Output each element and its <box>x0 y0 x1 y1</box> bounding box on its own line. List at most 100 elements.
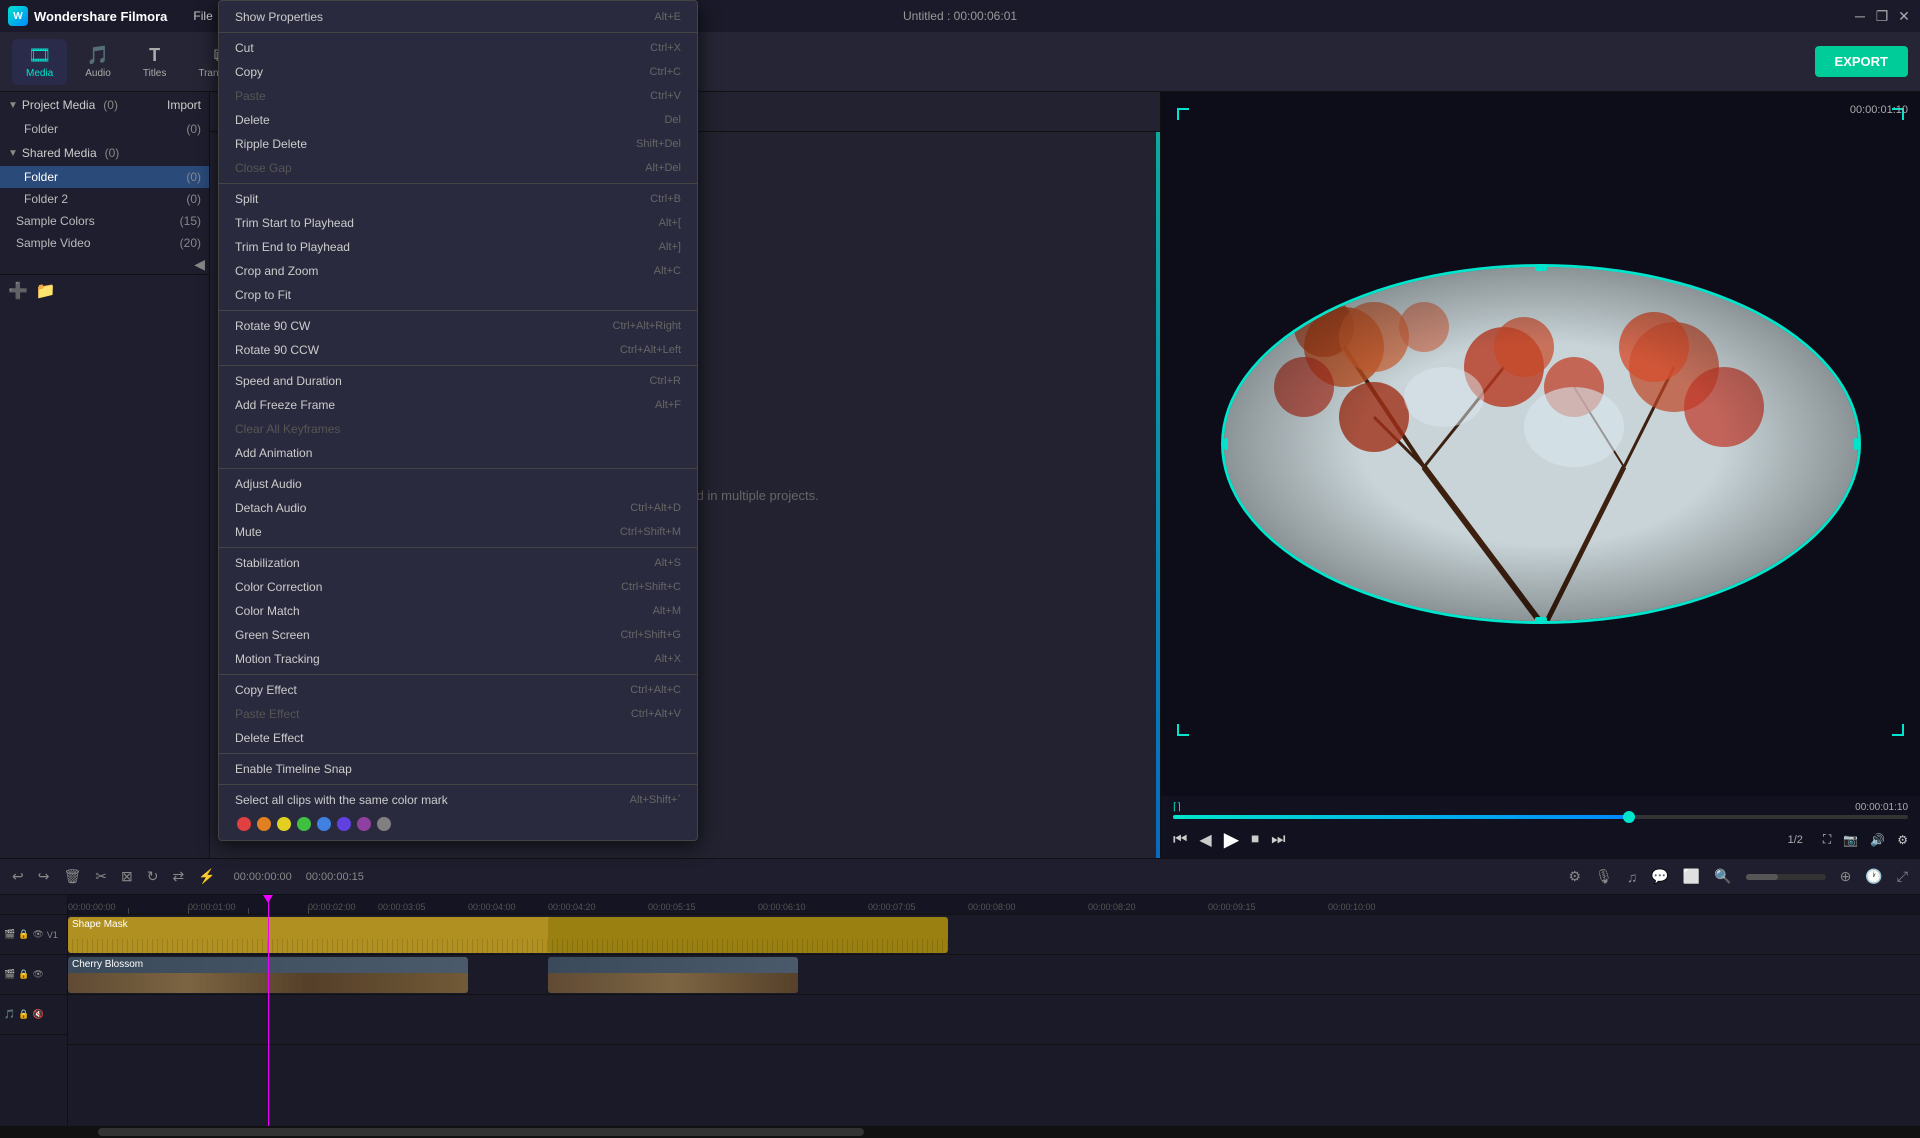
selected-folder-item[interactable]: Folder (0) <box>0 166 209 188</box>
horizontal-scrollbar[interactable] <box>0 1126 1920 1138</box>
v1-lock-icon[interactable]: 🔒 <box>18 929 29 940</box>
sample-video-item[interactable]: Sample Video (20) <box>0 232 209 254</box>
add-folder-icon[interactable]: ➕ <box>8 281 28 301</box>
tl-voiceover-icon[interactable]: 🎙 <box>1591 866 1617 887</box>
cm-split[interactable]: Split Ctrl+B <box>219 187 697 211</box>
cm-crop-zoom[interactable]: Crop and Zoom Alt+C <box>219 259 697 283</box>
cm-mute[interactable]: Mute Ctrl+Shift+M <box>219 520 697 544</box>
cm-ripple-delete[interactable]: Ripple Delete Shift+Del <box>219 132 697 156</box>
cm-select-same-color[interactable]: Select all clips with the same color mar… <box>219 788 697 812</box>
tl-split-icon[interactable]: ✂ <box>91 866 111 887</box>
cm-freeze-frame[interactable]: Add Freeze Frame Alt+F <box>219 393 697 417</box>
cm-motion-tracking[interactable]: Motion Tracking Alt+X <box>219 647 697 671</box>
cm-color-match[interactable]: Color Match Alt+M <box>219 599 697 623</box>
v1-eye-icon[interactable]: 👁 <box>32 929 43 940</box>
tl-music-icon[interactable]: ♫ <box>1623 867 1642 887</box>
cm-delete[interactable]: Delete Del <box>219 108 697 132</box>
tl-expand-icon[interactable]: ⤢ <box>1893 866 1912 887</box>
folder-item[interactable]: Folder (0) <box>0 118 209 140</box>
clip-gold[interactable] <box>548 917 948 953</box>
tl-marker-icon[interactable]: ⬜ <box>1679 866 1704 887</box>
folder2-item[interactable]: Folder 2 (0) <box>0 188 209 210</box>
prev-frame-button[interactable]: ◀ <box>1199 830 1211 850</box>
stop-button[interactable]: ⏹ <box>1251 831 1259 849</box>
crop-handle-tr[interactable] <box>1852 264 1861 273</box>
cm-detach-audio[interactable]: Detach Audio Ctrl+Alt+D <box>219 496 697 520</box>
tl-delete-icon[interactable]: 🗑 <box>59 866 85 887</box>
color-dot-red[interactable] <box>237 817 251 831</box>
forward-button[interactable]: ⏭ <box>1271 831 1285 849</box>
play-button[interactable]: ▶ <box>1224 827 1239 852</box>
cm-green-screen[interactable]: Green Screen Ctrl+Shift+G <box>219 623 697 647</box>
a1-lock-icon[interactable]: 🔒 <box>18 1009 29 1020</box>
crop-handle-top[interactable] <box>1535 264 1547 271</box>
color-dot-green[interactable] <box>297 817 311 831</box>
settings-button[interactable]: ⚙ <box>1897 833 1908 847</box>
volume-button[interactable]: 🔊 <box>1870 833 1885 847</box>
sample-colors-item[interactable]: Sample Colors (15) <box>0 210 209 232</box>
progress-thumb[interactable] <box>1623 811 1635 823</box>
tl-redo-icon[interactable]: ↪ <box>34 866 54 887</box>
tl-zoom-out-icon[interactable]: 🔍 <box>1710 866 1735 887</box>
collapse-panel-icon[interactable]: ◀ <box>194 256 205 273</box>
close-button[interactable]: ✕ <box>1896 8 1912 24</box>
preview-handle-tl[interactable] <box>1177 108 1189 120</box>
maximize-button[interactable]: ❐ <box>1874 8 1890 24</box>
color-dot-blue[interactable] <box>317 817 331 831</box>
preview-handle-bl[interactable] <box>1177 724 1189 736</box>
tl-undo-icon[interactable]: ↩ <box>8 866 28 887</box>
cm-delete-effect[interactable]: Delete Effect <box>219 726 697 750</box>
cm-rotate-ccw[interactable]: Rotate 90 CCW Ctrl+Alt+Left <box>219 338 697 362</box>
color-dot-orange[interactable] <box>257 817 271 831</box>
tl-subtitle-icon[interactable]: 💬 <box>1647 866 1672 887</box>
fullscreen-button[interactable]: ⛶ <box>1823 832 1831 847</box>
cm-copy-effect[interactable]: Copy Effect Ctrl+Alt+C <box>219 678 697 702</box>
cm-speed-duration[interactable]: Speed and Duration Ctrl+R <box>219 369 697 393</box>
quality-selector[interactable]: 1/2 <box>1788 834 1803 846</box>
color-dot-yellow[interactable] <box>277 817 291 831</box>
rewind-button[interactable]: ⏮ <box>1173 831 1187 849</box>
cm-stabilization[interactable]: Stabilization Alt+S <box>219 551 697 575</box>
a1-mute-icon[interactable]: 🔇 <box>32 1009 43 1020</box>
tab-audio[interactable]: 🎵 Audio <box>71 39 125 85</box>
crop-handle-bl[interactable] <box>1221 615 1230 624</box>
playhead[interactable] <box>268 895 269 1126</box>
crop-handle-right[interactable] <box>1854 438 1861 450</box>
crop-handle-br[interactable] <box>1852 615 1861 624</box>
tl-mirror-icon[interactable]: ⇄ <box>168 866 188 887</box>
clip-cherry-blossom-2[interactable] <box>548 957 798 993</box>
cm-trim-end[interactable]: Trim End to Playhead Alt+] <box>219 235 697 259</box>
tl-crop-icon[interactable]: ⊠ <box>117 866 137 887</box>
cm-adjust-audio[interactable]: Adjust Audio <box>219 472 697 496</box>
tab-media[interactable]: 🎞 Media <box>12 39 67 85</box>
v2-lock-icon[interactable]: 🔒 <box>18 969 29 980</box>
export-button[interactable]: EXPORT <box>1815 46 1908 77</box>
color-dot-gray[interactable] <box>377 817 391 831</box>
crop-handle-left[interactable] <box>1221 438 1228 450</box>
crop-handle-tl[interactable] <box>1221 264 1230 273</box>
preview-handle-br[interactable] <box>1892 724 1904 736</box>
project-media-header[interactable]: ▼ Project Media (0) Import <box>0 92 209 118</box>
tl-settings-icon[interactable]: ⚙ <box>1564 866 1585 887</box>
crop-handle-bottom[interactable] <box>1535 617 1547 624</box>
cm-color-correction[interactable]: Color Correction Ctrl+Shift+C <box>219 575 697 599</box>
cm-cut[interactable]: Cut Ctrl+X <box>219 36 697 60</box>
cm-add-animation[interactable]: Add Animation <box>219 441 697 465</box>
cm-trim-start[interactable]: Trim Start to Playhead Alt+[ <box>219 211 697 235</box>
tl-speed-icon[interactable]: ⚡ <box>194 866 219 887</box>
cm-show-properties[interactable]: Show Properties Alt+E <box>219 5 697 29</box>
v2-eye-icon[interactable]: 👁 <box>32 969 43 980</box>
scrollbar-thumb[interactable] <box>98 1128 864 1136</box>
shared-media-header[interactable]: ▼ Shared Media (0) <box>0 140 209 166</box>
tl-rotate-icon[interactable]: ↻ <box>143 866 163 887</box>
cm-copy[interactable]: Copy Ctrl+C <box>219 60 697 84</box>
snapshot-button[interactable]: 📷 <box>1843 833 1858 847</box>
tab-titles[interactable]: T Titles <box>129 39 181 85</box>
cm-rotate-cw[interactable]: Rotate 90 CW Ctrl+Alt+Right <box>219 314 697 338</box>
menu-file[interactable]: File <box>183 5 222 27</box>
progress-bar[interactable] <box>1173 815 1908 819</box>
tl-clock-icon[interactable]: 🕐 <box>1861 866 1886 887</box>
minimize-button[interactable]: ─ <box>1852 8 1868 24</box>
cm-enable-snap[interactable]: Enable Timeline Snap <box>219 757 697 781</box>
tl-zoom-in-icon[interactable]: ⊕ <box>1836 866 1856 887</box>
